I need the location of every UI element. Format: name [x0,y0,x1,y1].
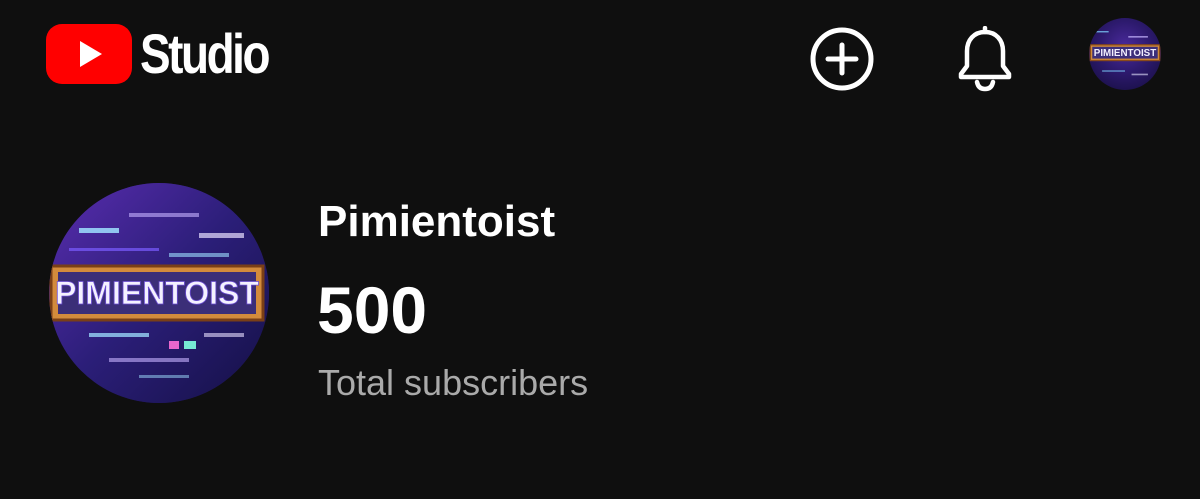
account-avatar-text: PIMIENTOIST [1094,48,1156,59]
channel-avatar-text: PIMIENTOIST [55,275,259,311]
account-button[interactable]: PIMIENTOIST [1089,18,1161,90]
channel-name: Pimientoist [318,197,556,246]
top-app-bar: Studio PIMIENTOIST [0,0,1200,112]
youtube-play-icon [46,24,132,84]
studio-dashboard: Studio PIMIENTOIST PIMIENTOIST Pimientoi… [0,0,1200,499]
bell-icon [958,26,1012,92]
notifications-button[interactable] [950,24,1020,94]
account-avatar: PIMIENTOIST [1089,18,1161,90]
plus-circle-icon [810,27,874,91]
subscriber-count: 500 [317,273,428,347]
channel-avatar[interactable]: PIMIENTOIST [49,183,269,403]
studio-logo[interactable]: Studio [46,24,296,84]
create-button[interactable] [807,24,877,94]
channel-logo-image: PIMIENTOIST [49,183,269,403]
studio-logo-text: Studio [140,22,271,85]
subscriber-count-label: Total subscribers [318,362,589,403]
channel-logo-image: PIMIENTOIST [1089,31,1161,76]
